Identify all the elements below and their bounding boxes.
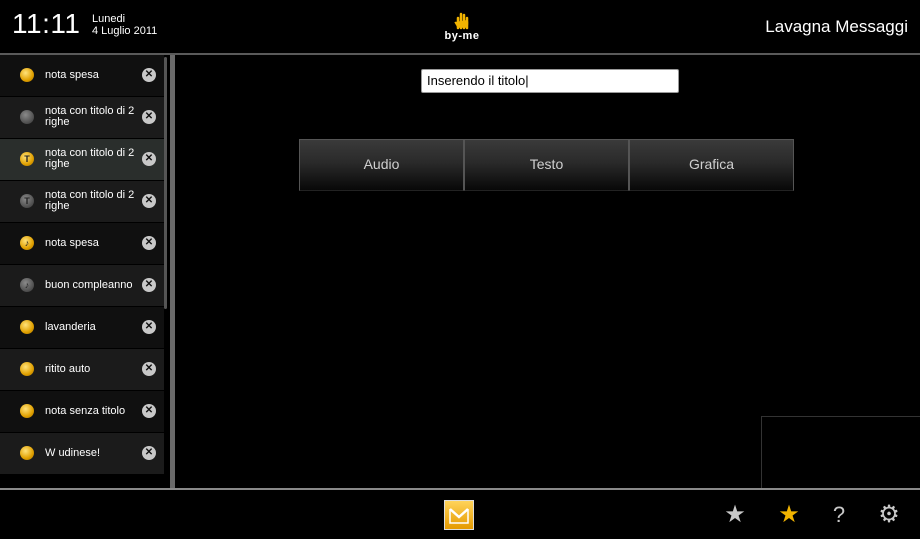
close-icon[interactable]: ✕	[142, 110, 156, 124]
text-icon: T	[20, 152, 34, 166]
note-title-input[interactable]	[421, 69, 679, 93]
list-item[interactable]: lavanderia ✕	[0, 307, 164, 349]
pencil-icon	[20, 320, 34, 334]
close-icon[interactable]: ✕	[142, 446, 156, 460]
pencil-icon	[20, 110, 34, 124]
note-title: nota spesa	[45, 237, 99, 249]
note-title: W udinese!	[45, 447, 101, 459]
tab-audio[interactable]: Audio	[299, 139, 464, 191]
note-title: nota con titolo di 2 righe	[45, 189, 135, 212]
close-icon[interactable]: ✕	[142, 152, 156, 166]
music-note-icon: ♪	[20, 236, 34, 250]
pencil-icon	[20, 446, 34, 460]
list-item[interactable]: ♪ nota spesa ✕	[0, 223, 164, 265]
list-item[interactable]: nota spesa ✕	[0, 55, 164, 97]
music-note-icon: ♪	[20, 278, 34, 292]
tab-testo[interactable]: Testo	[464, 139, 629, 191]
close-icon[interactable]: ✕	[142, 278, 156, 292]
weekday-label: Lunedi	[92, 13, 126, 25]
date-display: Lunedi 4 Luglio 2011	[92, 13, 157, 37]
list-scrollbar[interactable]	[164, 57, 167, 309]
help-icon[interactable]: ?	[826, 502, 852, 528]
note-title: lavanderia	[45, 321, 96, 333]
note-title: nota spesa	[45, 69, 99, 81]
list-item[interactable]: nota con titolo di 2 righe ✕	[0, 97, 164, 139]
byme-logo: by-me	[440, 8, 484, 46]
note-editor: Audio Testo Grafica	[175, 55, 920, 491]
top-bar: 11:11 Lunedi 4 Luglio 2011 by-me Lavagna…	[0, 0, 920, 55]
close-icon[interactable]: ✕	[142, 68, 156, 82]
list-item[interactable]: T nota con titolo di 2 righe ✕	[0, 181, 164, 223]
note-title: nota con titolo di 2 righe	[45, 105, 135, 128]
list-item[interactable]: W udinese! ✕	[0, 433, 164, 475]
pencil-icon	[20, 404, 34, 418]
tab-grafica[interactable]: Grafica	[629, 139, 794, 191]
clock-time: 11:11	[12, 8, 81, 39]
close-icon[interactable]: ✕	[142, 194, 156, 208]
list-item[interactable]: T nota con titolo di 2 righe ✕	[0, 139, 164, 181]
pencil-icon	[20, 362, 34, 376]
corner-panel	[761, 416, 920, 491]
text-icon: T	[20, 194, 34, 208]
app-title: Lavagna Messaggi	[765, 17, 908, 36]
date-label: 4 Luglio 2011	[92, 25, 158, 37]
pencil-icon	[20, 68, 34, 82]
logo-text: by-me	[444, 30, 480, 42]
note-title: ritito auto	[45, 363, 91, 375]
close-icon[interactable]: ✕	[142, 362, 156, 376]
hand-logo-icon	[454, 12, 469, 30]
close-icon[interactable]: ✕	[142, 404, 156, 418]
note-title: buon compleanno	[45, 279, 133, 291]
note-title: nota senza titolo	[45, 405, 126, 417]
close-icon[interactable]: ✕	[142, 320, 156, 334]
star-icon[interactable]: ★	[722, 502, 748, 528]
message-board-icon[interactable]	[444, 500, 474, 530]
bottom-bar: ★ ★ ? ⚙	[0, 488, 920, 539]
note-title: nota con titolo di 2 righe	[45, 147, 135, 170]
notes-list: nota spesa ✕ nota con titolo di 2 righe …	[0, 55, 170, 486]
note-type-tabs: Audio Testo Grafica	[299, 139, 795, 191]
list-item[interactable]: ♪ buon compleanno ✕	[0, 265, 164, 307]
list-item[interactable]: nota senza titolo ✕	[0, 391, 164, 433]
add-star-icon[interactable]: ★	[776, 502, 802, 528]
list-item[interactable]: ritito auto ✕	[0, 349, 164, 391]
settings-icon[interactable]: ⚙	[876, 502, 902, 528]
close-icon[interactable]: ✕	[142, 236, 156, 250]
